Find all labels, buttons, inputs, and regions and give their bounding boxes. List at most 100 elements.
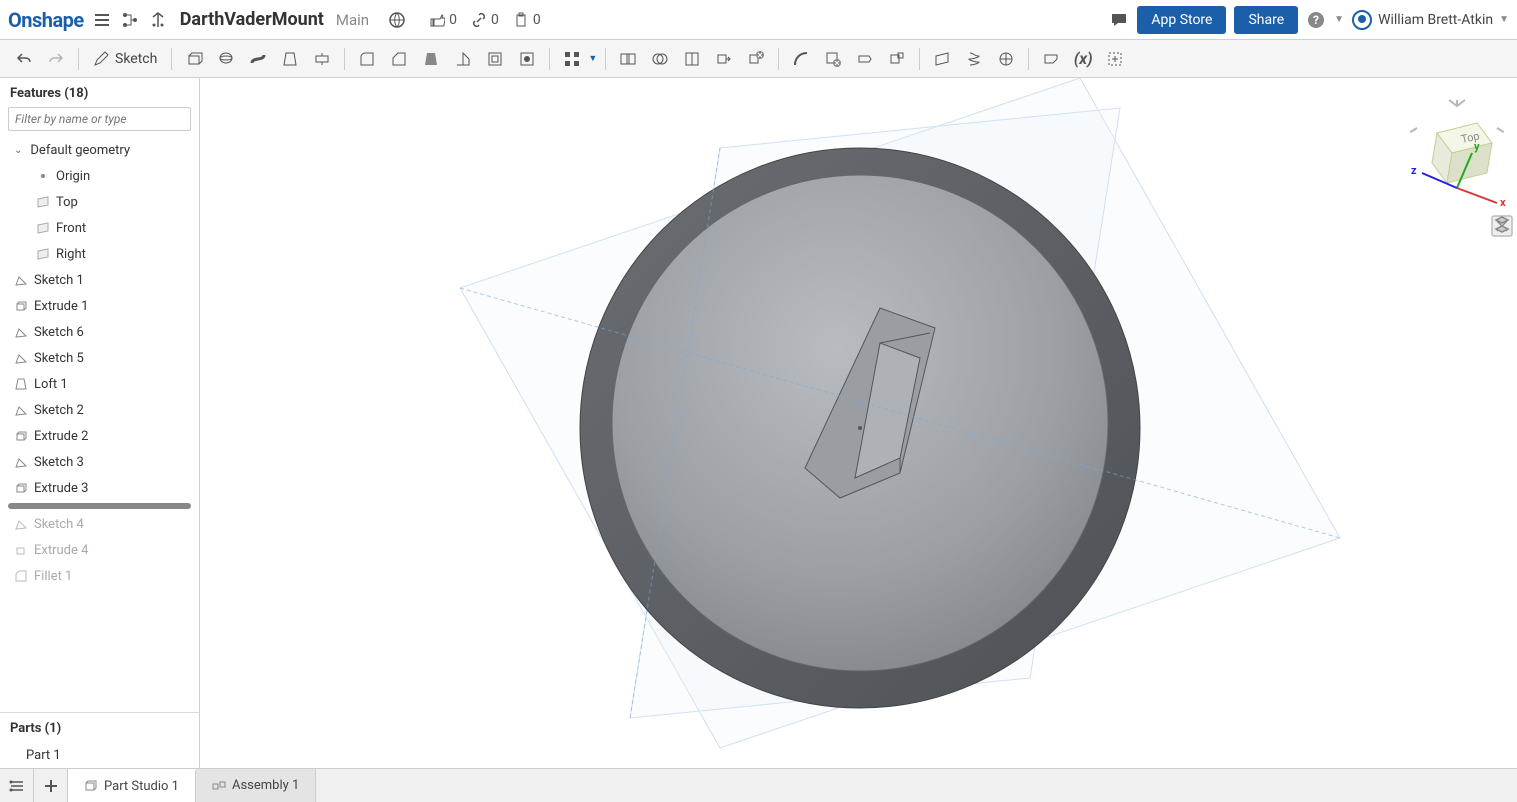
chamfer-button[interactable] xyxy=(385,45,413,73)
right-plane-label: Right xyxy=(56,247,86,262)
thicken-button[interactable] xyxy=(308,45,336,73)
parts-title: Parts (1) xyxy=(0,713,199,742)
onshape-logo[interactable]: Onshape xyxy=(8,8,84,32)
custom-feature-button[interactable] xyxy=(1101,45,1129,73)
link-icon xyxy=(471,12,487,28)
insert-icon[interactable] xyxy=(148,10,168,30)
sketch-icon xyxy=(14,403,28,417)
feature-item[interactable]: Extrude 1 xyxy=(0,293,199,319)
fillet-button[interactable] xyxy=(353,45,381,73)
draft-button[interactable] xyxy=(417,45,445,73)
front-plane-item[interactable]: Front xyxy=(0,215,199,241)
default-geometry-folder[interactable]: ⌄ Default geometry xyxy=(0,137,199,163)
delete-part-button[interactable] xyxy=(742,45,770,73)
extrude-button[interactable] xyxy=(180,45,208,73)
sketch-icon xyxy=(14,517,28,531)
svg-text:x: x xyxy=(1500,196,1506,209)
boolean-button[interactable] xyxy=(614,45,642,73)
sketch-button[interactable]: Sketch xyxy=(87,51,163,67)
hamburger-icon[interactable] xyxy=(92,10,112,30)
right-plane-item[interactable]: Right xyxy=(0,241,199,267)
pencil-icon xyxy=(93,51,109,67)
sweep-button[interactable] xyxy=(244,45,272,73)
feature-item[interactable]: Sketch 1 xyxy=(0,267,199,293)
top-plane-label: Top xyxy=(56,195,78,210)
feature-item[interactable]: Extrude 3 xyxy=(0,475,199,501)
add-tab-button[interactable] xyxy=(34,769,68,802)
loft-icon xyxy=(14,377,28,391)
plane-icon xyxy=(36,221,50,235)
tab-manager-button[interactable] xyxy=(0,769,34,802)
tab-label: Assembly 1 xyxy=(232,778,299,793)
feature-item[interactable]: Extrude 2 xyxy=(0,423,199,449)
mate-connector-button[interactable] xyxy=(992,45,1020,73)
sketch-label: Sketch xyxy=(115,51,157,67)
sheet-metal-button[interactable] xyxy=(1037,45,1065,73)
revolve-button[interactable] xyxy=(212,45,240,73)
hole-button[interactable] xyxy=(513,45,541,73)
extrude-icon xyxy=(14,429,28,443)
intersect-button[interactable] xyxy=(646,45,674,73)
pattern-dropdown[interactable]: ▼ xyxy=(588,53,597,64)
tab-label: Part Studio 1 xyxy=(104,779,179,794)
document-stats: 0 0 0 xyxy=(429,12,541,28)
feature-item[interactable]: Sketch 3 xyxy=(0,449,199,475)
split-button[interactable] xyxy=(678,45,706,73)
helix-button[interactable] xyxy=(960,45,988,73)
rollback-bar[interactable] xyxy=(8,503,191,509)
svg-text:?: ? xyxy=(1313,13,1319,27)
part-label: Part 1 xyxy=(26,748,61,763)
modify-fillet-button[interactable] xyxy=(787,45,815,73)
tree-icon[interactable] xyxy=(120,10,140,30)
user-menu[interactable]: William Brett-Atkin ▼ xyxy=(1352,10,1509,30)
redo-button[interactable] xyxy=(42,45,70,73)
transform-button[interactable] xyxy=(710,45,738,73)
tab-assembly[interactable]: Assembly 1 xyxy=(196,769,316,802)
chevron-down-icon[interactable]: ⌄ xyxy=(14,145,22,156)
sketch-icon xyxy=(14,351,28,365)
tab-part-studio[interactable]: Part Studio 1 xyxy=(68,769,196,802)
topbar: Onshape DarthVaderMount Main 0 0 0 App S… xyxy=(0,0,1517,40)
shell-button[interactable] xyxy=(481,45,509,73)
copies-stat[interactable]: 0 xyxy=(513,12,541,28)
pattern-button[interactable] xyxy=(558,45,586,73)
sketch-icon xyxy=(14,325,28,339)
share-button[interactable]: Share xyxy=(1234,6,1298,34)
feature-item[interactable]: Sketch 2 xyxy=(0,397,199,423)
links-stat[interactable]: 0 xyxy=(471,12,499,28)
document-title[interactable]: DarthVaderMount xyxy=(180,9,324,30)
sketch-icon xyxy=(14,273,28,287)
features-title: Features (18) xyxy=(0,78,199,107)
copies-count: 0 xyxy=(533,12,541,28)
origin-item[interactable]: Origin xyxy=(0,163,199,189)
origin-label: Origin xyxy=(56,169,90,184)
part-item[interactable]: Part 1 xyxy=(0,742,199,768)
variable-button[interactable]: (x) xyxy=(1069,45,1097,73)
undo-button[interactable] xyxy=(10,45,38,73)
comments-icon[interactable] xyxy=(1109,10,1129,30)
feature-item-suppressed[interactable]: Extrude 4 xyxy=(0,537,199,563)
view-cube[interactable]: Top x y z xyxy=(1397,98,1487,188)
feature-item-suppressed[interactable]: Fillet 1 xyxy=(0,563,199,589)
filter-input[interactable] xyxy=(8,107,191,131)
loft-button[interactable] xyxy=(276,45,304,73)
document-branch[interactable]: Main xyxy=(336,11,369,29)
replace-face-button[interactable] xyxy=(883,45,911,73)
help-icon[interactable]: ? xyxy=(1306,10,1326,30)
plane-button[interactable] xyxy=(928,45,956,73)
move-face-button[interactable] xyxy=(851,45,879,73)
rib-button[interactable] xyxy=(449,45,477,73)
help-dropdown-caret[interactable]: ▼ xyxy=(1334,14,1344,25)
app-store-button[interactable]: App Store xyxy=(1137,6,1226,34)
feature-item[interactable]: Loft 1 xyxy=(0,371,199,397)
top-plane-item[interactable]: Top xyxy=(0,189,199,215)
sketch-icon xyxy=(14,455,28,469)
feature-item[interactable]: Sketch 5 xyxy=(0,345,199,371)
feature-item-suppressed[interactable]: Sketch 4 xyxy=(0,511,199,537)
3d-viewport[interactable]: Top x y z xyxy=(200,78,1517,768)
feature-item[interactable]: Sketch 6 xyxy=(0,319,199,345)
delete-face-button[interactable] xyxy=(819,45,847,73)
globe-icon[interactable] xyxy=(387,10,407,30)
clipboard-icon xyxy=(513,12,529,28)
likes-stat[interactable]: 0 xyxy=(429,12,457,28)
